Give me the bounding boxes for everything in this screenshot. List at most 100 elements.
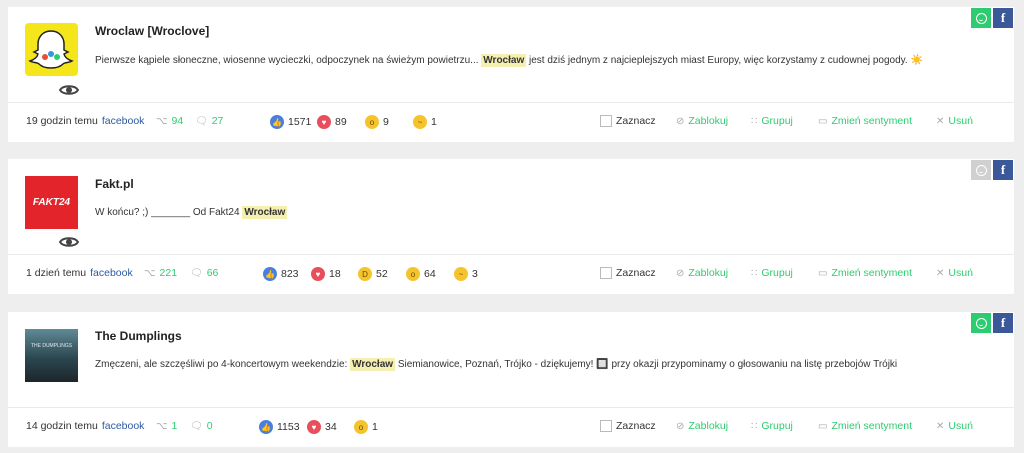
delete-button[interactable]: ✕ Usuń (936, 115, 973, 127)
action-label: Usuń (948, 420, 973, 432)
change-sentiment-button[interactable]: ▭ Zmień sentyment (818, 115, 912, 127)
eye-icon[interactable] (58, 235, 80, 249)
sad-icon: ~ (413, 115, 427, 129)
block-icon: ⊘ (676, 420, 685, 432)
reaction-count: 52 (376, 268, 388, 280)
post-time: 1 dzień temu (26, 267, 87, 279)
delete-button[interactable]: ✕ Usuń (936, 420, 973, 432)
source-link[interactable]: facebook (102, 115, 145, 127)
reaction-wow: o1 (354, 420, 378, 434)
wow-icon: o (365, 115, 379, 129)
reaction-count: 1 (372, 421, 378, 433)
action-label: Grupuj (761, 115, 793, 127)
avatar[interactable]: THE DUMPLINGS (25, 329, 78, 382)
comments-count[interactable]: 🗨 0 (190, 420, 213, 432)
block-button[interactable]: ⊘ Zablokuj (676, 267, 728, 279)
comments-value: 27 (211, 115, 224, 127)
action-label: Zaznacz (616, 115, 656, 127)
haha-icon: D (358, 267, 372, 281)
reaction-count: 3 (472, 268, 478, 280)
neutral-sentiment-icon[interactable] (971, 160, 991, 180)
eye-icon[interactable] (58, 83, 80, 97)
action-label: Grupuj (761, 267, 793, 279)
post-badges: f (971, 8, 1013, 28)
positive-sentiment-icon[interactable] (971, 313, 991, 333)
action-label: Zaznacz (616, 420, 656, 432)
mark-action[interactable]: Zaznacz (600, 115, 656, 127)
checkbox[interactable] (600, 267, 612, 279)
shares-value: 221 (159, 267, 178, 279)
post-footer: 19 godzin temu facebook ⌥ 94 🗨 27 👍 1571 … (8, 102, 1014, 140)
action-label: Grupuj (761, 420, 793, 432)
reaction-count: 1153 (277, 421, 300, 433)
checkbox[interactable] (600, 115, 612, 127)
sad-icon: ~ (454, 267, 468, 281)
thumbs-up-icon: 👍 (270, 115, 284, 129)
reaction-count: 89 (335, 116, 347, 128)
reaction-sad: ~3 (454, 267, 478, 281)
block-button[interactable]: ⊘ Zablokuj (676, 420, 728, 432)
facebook-icon[interactable]: f (993, 160, 1013, 180)
action-label: Zmień sentyment (831, 420, 912, 432)
shares-count[interactable]: ⌥ 1 (156, 420, 177, 432)
close-icon: ✕ (936, 115, 945, 127)
group-button[interactable]: ∷ Grupuj (751, 115, 793, 127)
checkbox[interactable] (600, 420, 612, 432)
action-label: Zaznacz (616, 267, 656, 279)
comment-icon: 🗨 (190, 267, 203, 279)
action-label: Zablokuj (688, 115, 729, 127)
facebook-icon[interactable]: f (993, 313, 1013, 333)
reaction-count: 1571 (288, 116, 312, 128)
post-footer: 1 dzień temu facebook ⌥ 221 🗨 66 👍 823 ♥ 1… (8, 254, 1014, 292)
action-label: Zmień sentyment (831, 115, 912, 127)
mark-action[interactable]: Zaznacz (600, 267, 656, 279)
reaction-count: 1 (431, 116, 437, 128)
post-footer: 14 godzin temu facebook ⌥ 1 🗨 0 👍 1153 ♥ 3… (8, 407, 1014, 445)
mark-action[interactable]: Zaznacz (600, 420, 656, 432)
shares-count[interactable]: ⌥ 221 (144, 267, 177, 279)
close-icon: ✕ (936, 420, 945, 432)
group-icon: ∷ (751, 267, 758, 279)
shares-value: 94 (171, 115, 184, 127)
block-button[interactable]: ⊘ Zablokuj (676, 115, 728, 127)
group-icon: ∷ (751, 115, 758, 127)
comments-count[interactable]: 🗨 66 (190, 267, 218, 279)
reaction-wow: o9 (365, 115, 389, 129)
post-meta: 19 godzin temu facebook (26, 115, 144, 127)
positive-sentiment-icon[interactable] (971, 8, 991, 28)
reaction-count: 9 (383, 116, 389, 128)
reaction-love: ♥ 18 (311, 267, 341, 281)
thumbs-up-icon: 👍 (259, 420, 273, 434)
avatar[interactable] (25, 23, 78, 76)
sentiment-icon: ▭ (818, 420, 828, 432)
comments-count[interactable]: 🗨 27 (195, 115, 223, 127)
reaction-wow: o 64 (406, 267, 436, 281)
post-text: W końcu? ;) _______ Od Fakt24 Wrocław (95, 206, 288, 219)
action-label: Usuń (948, 267, 973, 279)
post-meta: 14 godzin temu facebook (26, 420, 144, 432)
avatar-logo: THE DUMPLINGS (30, 343, 73, 349)
avatar-logo: FAKT24 (32, 197, 71, 208)
share-icon: ⌥ (144, 267, 156, 279)
facebook-icon[interactable]: f (993, 8, 1013, 28)
post-author[interactable]: Fakt.pl (95, 177, 134, 191)
sentiment-icon: ▭ (818, 115, 828, 127)
post-time: 14 godzin temu (26, 420, 98, 432)
group-button[interactable]: ∷ Grupuj (751, 420, 793, 432)
change-sentiment-button[interactable]: ▭ Zmień sentyment (818, 420, 912, 432)
delete-button[interactable]: ✕ Usuń (936, 267, 973, 279)
action-label: Zablokuj (688, 420, 729, 432)
source-link[interactable]: facebook (90, 267, 133, 279)
shares-count[interactable]: ⌥ 94 (156, 115, 183, 127)
source-link[interactable]: facebook (102, 420, 145, 432)
post-author[interactable]: Wroclaw [Wroclove] (95, 24, 209, 38)
post-text-before: W końcu? ;) _______ Od Fakt24 (95, 207, 243, 218)
comments-value: 66 (206, 267, 219, 279)
change-sentiment-button[interactable]: ▭ Zmień sentyment (818, 267, 912, 279)
post-card: f Wroclaw [Wroclove] Pierwsze kąpiele sł… (8, 7, 1014, 142)
heart-icon: ♥ (311, 267, 325, 281)
wow-icon: o (354, 420, 368, 434)
group-button[interactable]: ∷ Grupuj (751, 267, 793, 279)
post-author[interactable]: The Dumplings (95, 329, 182, 343)
avatar[interactable]: FAKT24 (25, 176, 78, 229)
